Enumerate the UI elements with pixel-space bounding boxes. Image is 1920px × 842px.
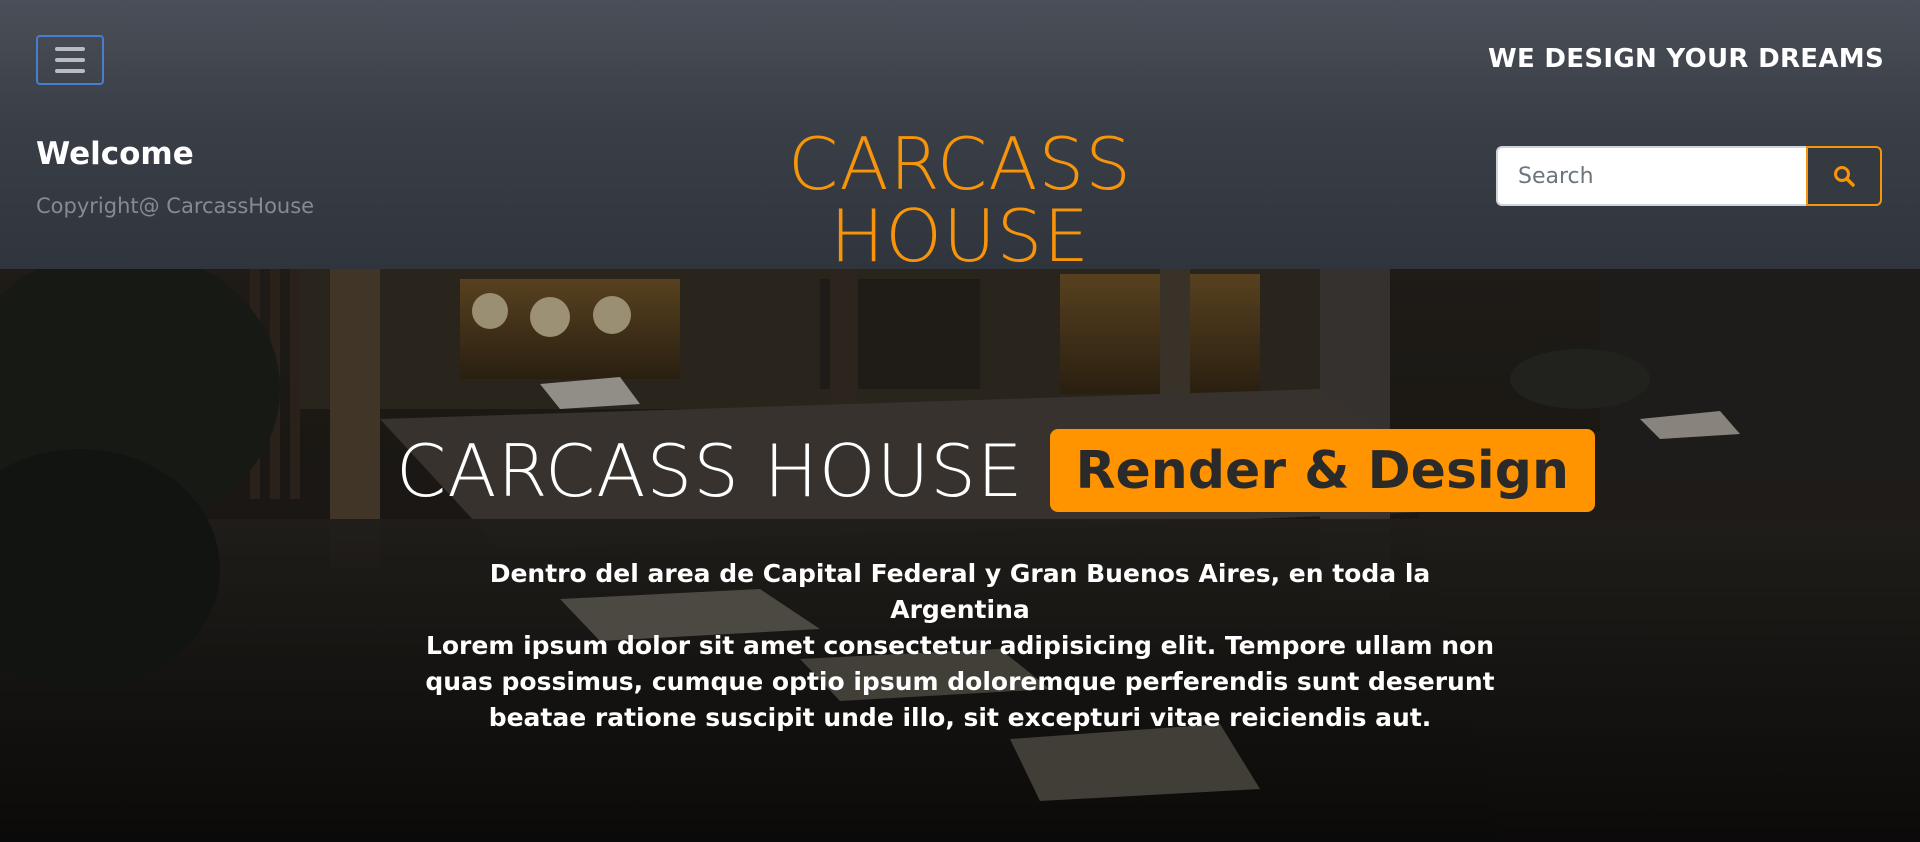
tagline: WE DESIGN YOUR DREAMS xyxy=(1488,44,1884,74)
top-header: WE DESIGN YOUR DREAMS Welcome Copyright@… xyxy=(0,0,1920,278)
hamburger-icon xyxy=(55,47,85,73)
hero-line: beatae ratione suscipit unde illo, sit e… xyxy=(488,703,1432,732)
welcome-heading: Welcome xyxy=(36,136,194,172)
hero-description: Dentro del area de Capital Federal y Gra… xyxy=(420,556,1500,736)
brand-title: CARCASS HOUSE xyxy=(788,122,1132,278)
copyright-text: Copyright@ CarcassHouse xyxy=(36,194,315,218)
menu-toggle-button[interactable] xyxy=(36,35,104,85)
search-form xyxy=(1496,146,1884,206)
hero-line: quas possimus, cumque optio ipsum dolore… xyxy=(425,667,1495,696)
hero-line: Lorem ipsum dolor sit amet consectetur a… xyxy=(425,631,1495,660)
search-icon xyxy=(1834,166,1855,187)
hero-title-text: CARCASS HOUSE xyxy=(396,428,1024,513)
search-button[interactable] xyxy=(1806,146,1882,206)
hero-badge: Render & Design xyxy=(1049,429,1595,513)
hero-section: CARCASS HOUSE Render & Design Dentro del… xyxy=(0,269,1920,842)
hero-title: CARCASS HOUSE Render & Design xyxy=(396,428,1595,513)
search-input[interactable] xyxy=(1496,146,1806,206)
hero-line: Dentro del area de Capital Federal y Gra… xyxy=(489,559,1431,624)
